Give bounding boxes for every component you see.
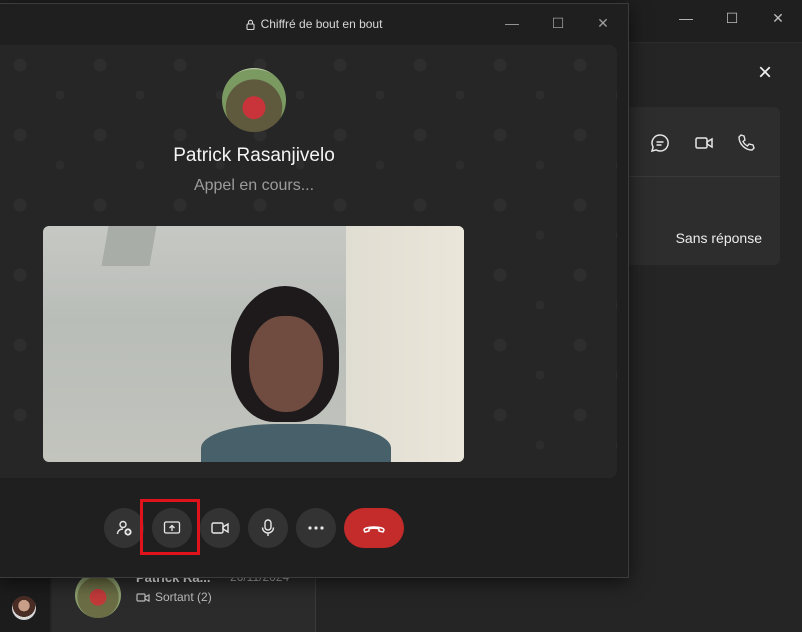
ceiling-beam — [101, 226, 157, 266]
outgoing-video-icon — [136, 593, 150, 602]
end-call-button[interactable] — [344, 508, 404, 548]
call-titlebar: Chiffré de bout en bout — ☐ ✕ — [0, 4, 628, 44]
end-call-icon — [363, 526, 385, 533]
contact-info-card: Sans réponse — [626, 107, 780, 265]
call-stage: Patrick Rasanjivelo Appel en cours... — [0, 45, 617, 478]
lock-icon — [246, 20, 255, 31]
add-participant-button[interactable] — [104, 508, 144, 548]
panel-close-icon[interactable]: × — [752, 60, 778, 86]
maximize-icon[interactable]: ☐ — [546, 12, 570, 34]
minimize-icon[interactable]: — — [674, 8, 698, 28]
call-control-bar — [0, 480, 628, 577]
more-dots-icon — [308, 526, 324, 530]
chat-icon[interactable] — [648, 131, 672, 155]
chat-subtitle: Sortant (2) — [136, 590, 212, 604]
card-divider — [626, 176, 780, 177]
highlight-annotation — [140, 499, 200, 555]
encryption-text: Chiffré de bout en bout — [260, 17, 383, 31]
close-icon[interactable]: ✕ — [591, 12, 615, 34]
encryption-label: Chiffré de bout en bout — [0, 17, 628, 31]
camera-toggle-button[interactable] — [200, 508, 240, 548]
self-video-preview — [43, 226, 464, 462]
minimize-icon[interactable]: — — [500, 12, 524, 34]
chat-avatar — [75, 572, 121, 618]
call-window: Chiffré de bout en bout — ☐ ✕ Patrick Ra… — [0, 3, 629, 578]
microphone-icon — [261, 519, 275, 536]
microphone-toggle-button[interactable] — [248, 508, 288, 548]
close-icon[interactable]: ✕ — [766, 8, 790, 28]
call-result-status: Sans réponse — [675, 230, 762, 246]
video-camera-icon — [211, 522, 229, 534]
callee-name: Patrick Rasanjivelo — [173, 145, 335, 166]
video-call-icon[interactable] — [692, 131, 716, 155]
add-person-icon — [116, 520, 132, 536]
person-in-video — [201, 286, 391, 462]
chat-subtitle-text: Sortant (2) — [155, 590, 212, 604]
more-options-button[interactable] — [296, 508, 336, 548]
user-avatar[interactable] — [12, 596, 36, 620]
callee-avatar — [222, 68, 286, 132]
maximize-icon[interactable]: ☐ — [720, 8, 744, 28]
phone-icon[interactable] — [734, 131, 758, 155]
call-status: Appel en cours... — [193, 177, 315, 194]
room-wall — [346, 226, 464, 462]
